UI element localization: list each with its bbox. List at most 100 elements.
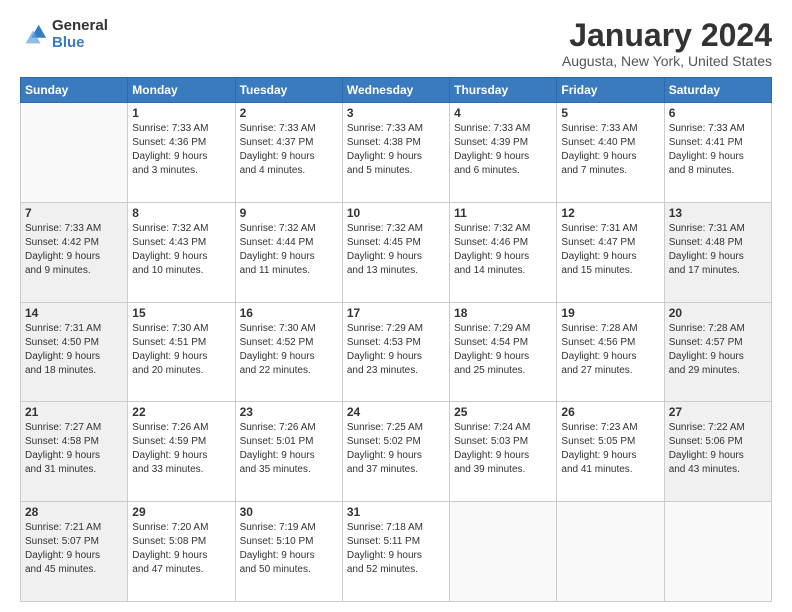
day-number: 27: [669, 405, 767, 419]
day-info: Sunrise: 7:32 AM Sunset: 4:46 PM Dayligh…: [454, 222, 552, 278]
calendar-header-saturday: Saturday: [664, 78, 771, 103]
day-info: Sunrise: 7:33 AM Sunset: 4:38 PM Dayligh…: [347, 122, 445, 178]
calendar-cell: 11 Sunrise: 7:32 AM Sunset: 4:46 PM Dayli…: [450, 202, 557, 302]
day-number: 10: [347, 206, 445, 220]
day-info: Sunrise: 7:26 AM Sunset: 4:59 PM Dayligh…: [132, 421, 230, 477]
day-number: 29: [132, 505, 230, 519]
calendar-cell: 25 Sunrise: 7:24 AM Sunset: 5:03 PM Dayli…: [450, 402, 557, 502]
day-info: Sunrise: 7:33 AM Sunset: 4:37 PM Dayligh…: [240, 122, 338, 178]
calendar-cell: 8Sunrise: 7:32 AM Sunset: 4:43 PM Daylig…: [128, 202, 235, 302]
day-number: 15: [132, 306, 230, 320]
day-info: Sunrise: 7:30 AM Sunset: 4:52 PM Dayligh…: [240, 322, 338, 378]
day-number: 2: [240, 106, 338, 120]
day-info: Sunrise: 7:33 AM Sunset: 4:41 PM Dayligh…: [669, 122, 767, 178]
day-number: 19: [561, 306, 659, 320]
calendar-cell: 27 Sunrise: 7:22 AM Sunset: 5:06 PM Dayli…: [664, 402, 771, 502]
day-info: Sunrise: 7:28 AM Sunset: 4:57 PM Dayligh…: [669, 322, 767, 378]
day-info: Sunrise: 7:20 AM Sunset: 5:08 PM Dayligh…: [132, 521, 230, 577]
day-info: Sunrise: 7:22 AM Sunset: 5:06 PM Dayligh…: [669, 421, 767, 477]
calendar-cell: 30Sunrise: 7:19 AM Sunset: 5:10 PM Dayli…: [235, 502, 342, 602]
calendar-cell: 2 Sunrise: 7:33 AM Sunset: 4:37 PM Daylig…: [235, 103, 342, 203]
day-number: 22: [132, 405, 230, 419]
day-info: Sunrise: 7:26 AM Sunset: 5:01 PM Dayligh…: [240, 421, 338, 477]
day-info: Sunrise: 7:32 AM Sunset: 4:44 PM Dayligh…: [240, 222, 338, 278]
calendar-cell: 6 Sunrise: 7:33 AM Sunset: 4:41 PM Daylig…: [664, 103, 771, 203]
calendar-cell: [450, 502, 557, 602]
day-number: 11: [454, 206, 552, 220]
calendar-row-4: 28Sunrise: 7:21 AM Sunset: 5:07 PM Dayli…: [21, 502, 772, 602]
day-number: 20: [669, 306, 767, 320]
day-info: Sunrise: 7:33 AM Sunset: 4:42 PM Dayligh…: [25, 222, 123, 278]
calendar-row-3: 21 Sunrise: 7:27 AM Sunset: 4:58 PM Dayli…: [21, 402, 772, 502]
header: General Blue January 2024 Augusta, New Y…: [20, 18, 772, 69]
calendar-cell: 7 Sunrise: 7:33 AM Sunset: 4:42 PM Daylig…: [21, 202, 128, 302]
day-info: Sunrise: 7:29 AM Sunset: 4:54 PM Dayligh…: [454, 322, 552, 378]
day-info: Sunrise: 7:25 AM Sunset: 5:02 PM Dayligh…: [347, 421, 445, 477]
day-number: 21: [25, 405, 123, 419]
day-number: 16: [240, 306, 338, 320]
calendar-cell: 3 Sunrise: 7:33 AM Sunset: 4:38 PM Daylig…: [342, 103, 449, 203]
calendar-cell: 19Sunrise: 7:28 AM Sunset: 4:56 PM Dayli…: [557, 302, 664, 402]
calendar-header-sunday: Sunday: [21, 78, 128, 103]
day-number: 12: [561, 206, 659, 220]
day-number: 30: [240, 505, 338, 519]
day-number: 5: [561, 106, 659, 120]
day-number: 28: [25, 505, 123, 519]
calendar-cell: [21, 103, 128, 203]
day-info: Sunrise: 7:27 AM Sunset: 4:58 PM Dayligh…: [25, 421, 123, 477]
calendar-title: January 2024: [562, 18, 772, 53]
calendar-header-wednesday: Wednesday: [342, 78, 449, 103]
calendar-header-thursday: Thursday: [450, 78, 557, 103]
day-info: Sunrise: 7:31 AM Sunset: 4:48 PM Dayligh…: [669, 222, 767, 278]
day-number: 18: [454, 306, 552, 320]
day-info: Sunrise: 7:24 AM Sunset: 5:03 PM Dayligh…: [454, 421, 552, 477]
page: General Blue January 2024 Augusta, New Y…: [0, 0, 792, 612]
calendar-cell: 20 Sunrise: 7:28 AM Sunset: 4:57 PM Dayli…: [664, 302, 771, 402]
day-info: Sunrise: 7:18 AM Sunset: 5:11 PM Dayligh…: [347, 521, 445, 577]
day-info: Sunrise: 7:31 AM Sunset: 4:50 PM Dayligh…: [25, 322, 123, 378]
calendar-cell: 31 Sunrise: 7:18 AM Sunset: 5:11 PM Dayli…: [342, 502, 449, 602]
day-number: 25: [454, 405, 552, 419]
calendar-cell: [664, 502, 771, 602]
calendar-cell: 26 Sunrise: 7:23 AM Sunset: 5:05 PM Dayli…: [557, 402, 664, 502]
day-info: Sunrise: 7:33 AM Sunset: 4:40 PM Dayligh…: [561, 122, 659, 178]
calendar-cell: 5 Sunrise: 7:33 AM Sunset: 4:40 PM Daylig…: [557, 103, 664, 203]
day-number: 31: [347, 505, 445, 519]
calendar-cell: 18 Sunrise: 7:29 AM Sunset: 4:54 PM Dayli…: [450, 302, 557, 402]
calendar-cell: 13 Sunrise: 7:31 AM Sunset: 4:48 PM Dayli…: [664, 202, 771, 302]
calendar-cell: 1 Sunrise: 7:33 AM Sunset: 4:36 PM Daylig…: [128, 103, 235, 203]
calendar-subtitle: Augusta, New York, United States: [562, 53, 772, 69]
day-info: Sunrise: 7:33 AM Sunset: 4:36 PM Dayligh…: [132, 122, 230, 178]
logo-blue: Blue: [52, 35, 108, 52]
day-number: 1: [132, 106, 230, 120]
day-info: Sunrise: 7:32 AM Sunset: 4:45 PM Dayligh…: [347, 222, 445, 278]
calendar-table: SundayMondayTuesdayWednesdayThursdayFrid…: [20, 77, 772, 602]
day-info: Sunrise: 7:23 AM Sunset: 5:05 PM Dayligh…: [561, 421, 659, 477]
calendar-row-2: 14Sunrise: 7:31 AM Sunset: 4:50 PM Dayli…: [21, 302, 772, 402]
day-number: 4: [454, 106, 552, 120]
calendar-cell: 22 Sunrise: 7:26 AM Sunset: 4:59 PM Dayli…: [128, 402, 235, 502]
day-number: 6: [669, 106, 767, 120]
day-number: 3: [347, 106, 445, 120]
day-info: Sunrise: 7:29 AM Sunset: 4:53 PM Dayligh…: [347, 322, 445, 378]
calendar-header-row: SundayMondayTuesdayWednesdayThursdayFrid…: [21, 78, 772, 103]
day-number: 26: [561, 405, 659, 419]
calendar-cell: 23Sunrise: 7:26 AM Sunset: 5:01 PM Dayli…: [235, 402, 342, 502]
calendar-cell: 29 Sunrise: 7:20 AM Sunset: 5:08 PM Dayli…: [128, 502, 235, 602]
day-number: 13: [669, 206, 767, 220]
calendar-header-friday: Friday: [557, 78, 664, 103]
calendar-cell: 4 Sunrise: 7:33 AM Sunset: 4:39 PM Daylig…: [450, 103, 557, 203]
calendar-cell: 10 Sunrise: 7:32 AM Sunset: 4:45 PM Dayli…: [342, 202, 449, 302]
calendar-cell: 28Sunrise: 7:21 AM Sunset: 5:07 PM Dayli…: [21, 502, 128, 602]
day-info: Sunrise: 7:33 AM Sunset: 4:39 PM Dayligh…: [454, 122, 552, 178]
calendar-header-tuesday: Tuesday: [235, 78, 342, 103]
calendar-cell: 15 Sunrise: 7:30 AM Sunset: 4:51 PM Dayli…: [128, 302, 235, 402]
day-info: Sunrise: 7:30 AM Sunset: 4:51 PM Dayligh…: [132, 322, 230, 378]
calendar-cell: 9Sunrise: 7:32 AM Sunset: 4:44 PM Daylig…: [235, 202, 342, 302]
logo-text: General Blue: [52, 18, 108, 51]
title-block: January 2024 Augusta, New York, United S…: [562, 18, 772, 69]
calendar-cell: 14Sunrise: 7:31 AM Sunset: 4:50 PM Dayli…: [21, 302, 128, 402]
logo-icon: [20, 21, 48, 49]
day-number: 7: [25, 206, 123, 220]
calendar-cell: 21 Sunrise: 7:27 AM Sunset: 4:58 PM Dayli…: [21, 402, 128, 502]
